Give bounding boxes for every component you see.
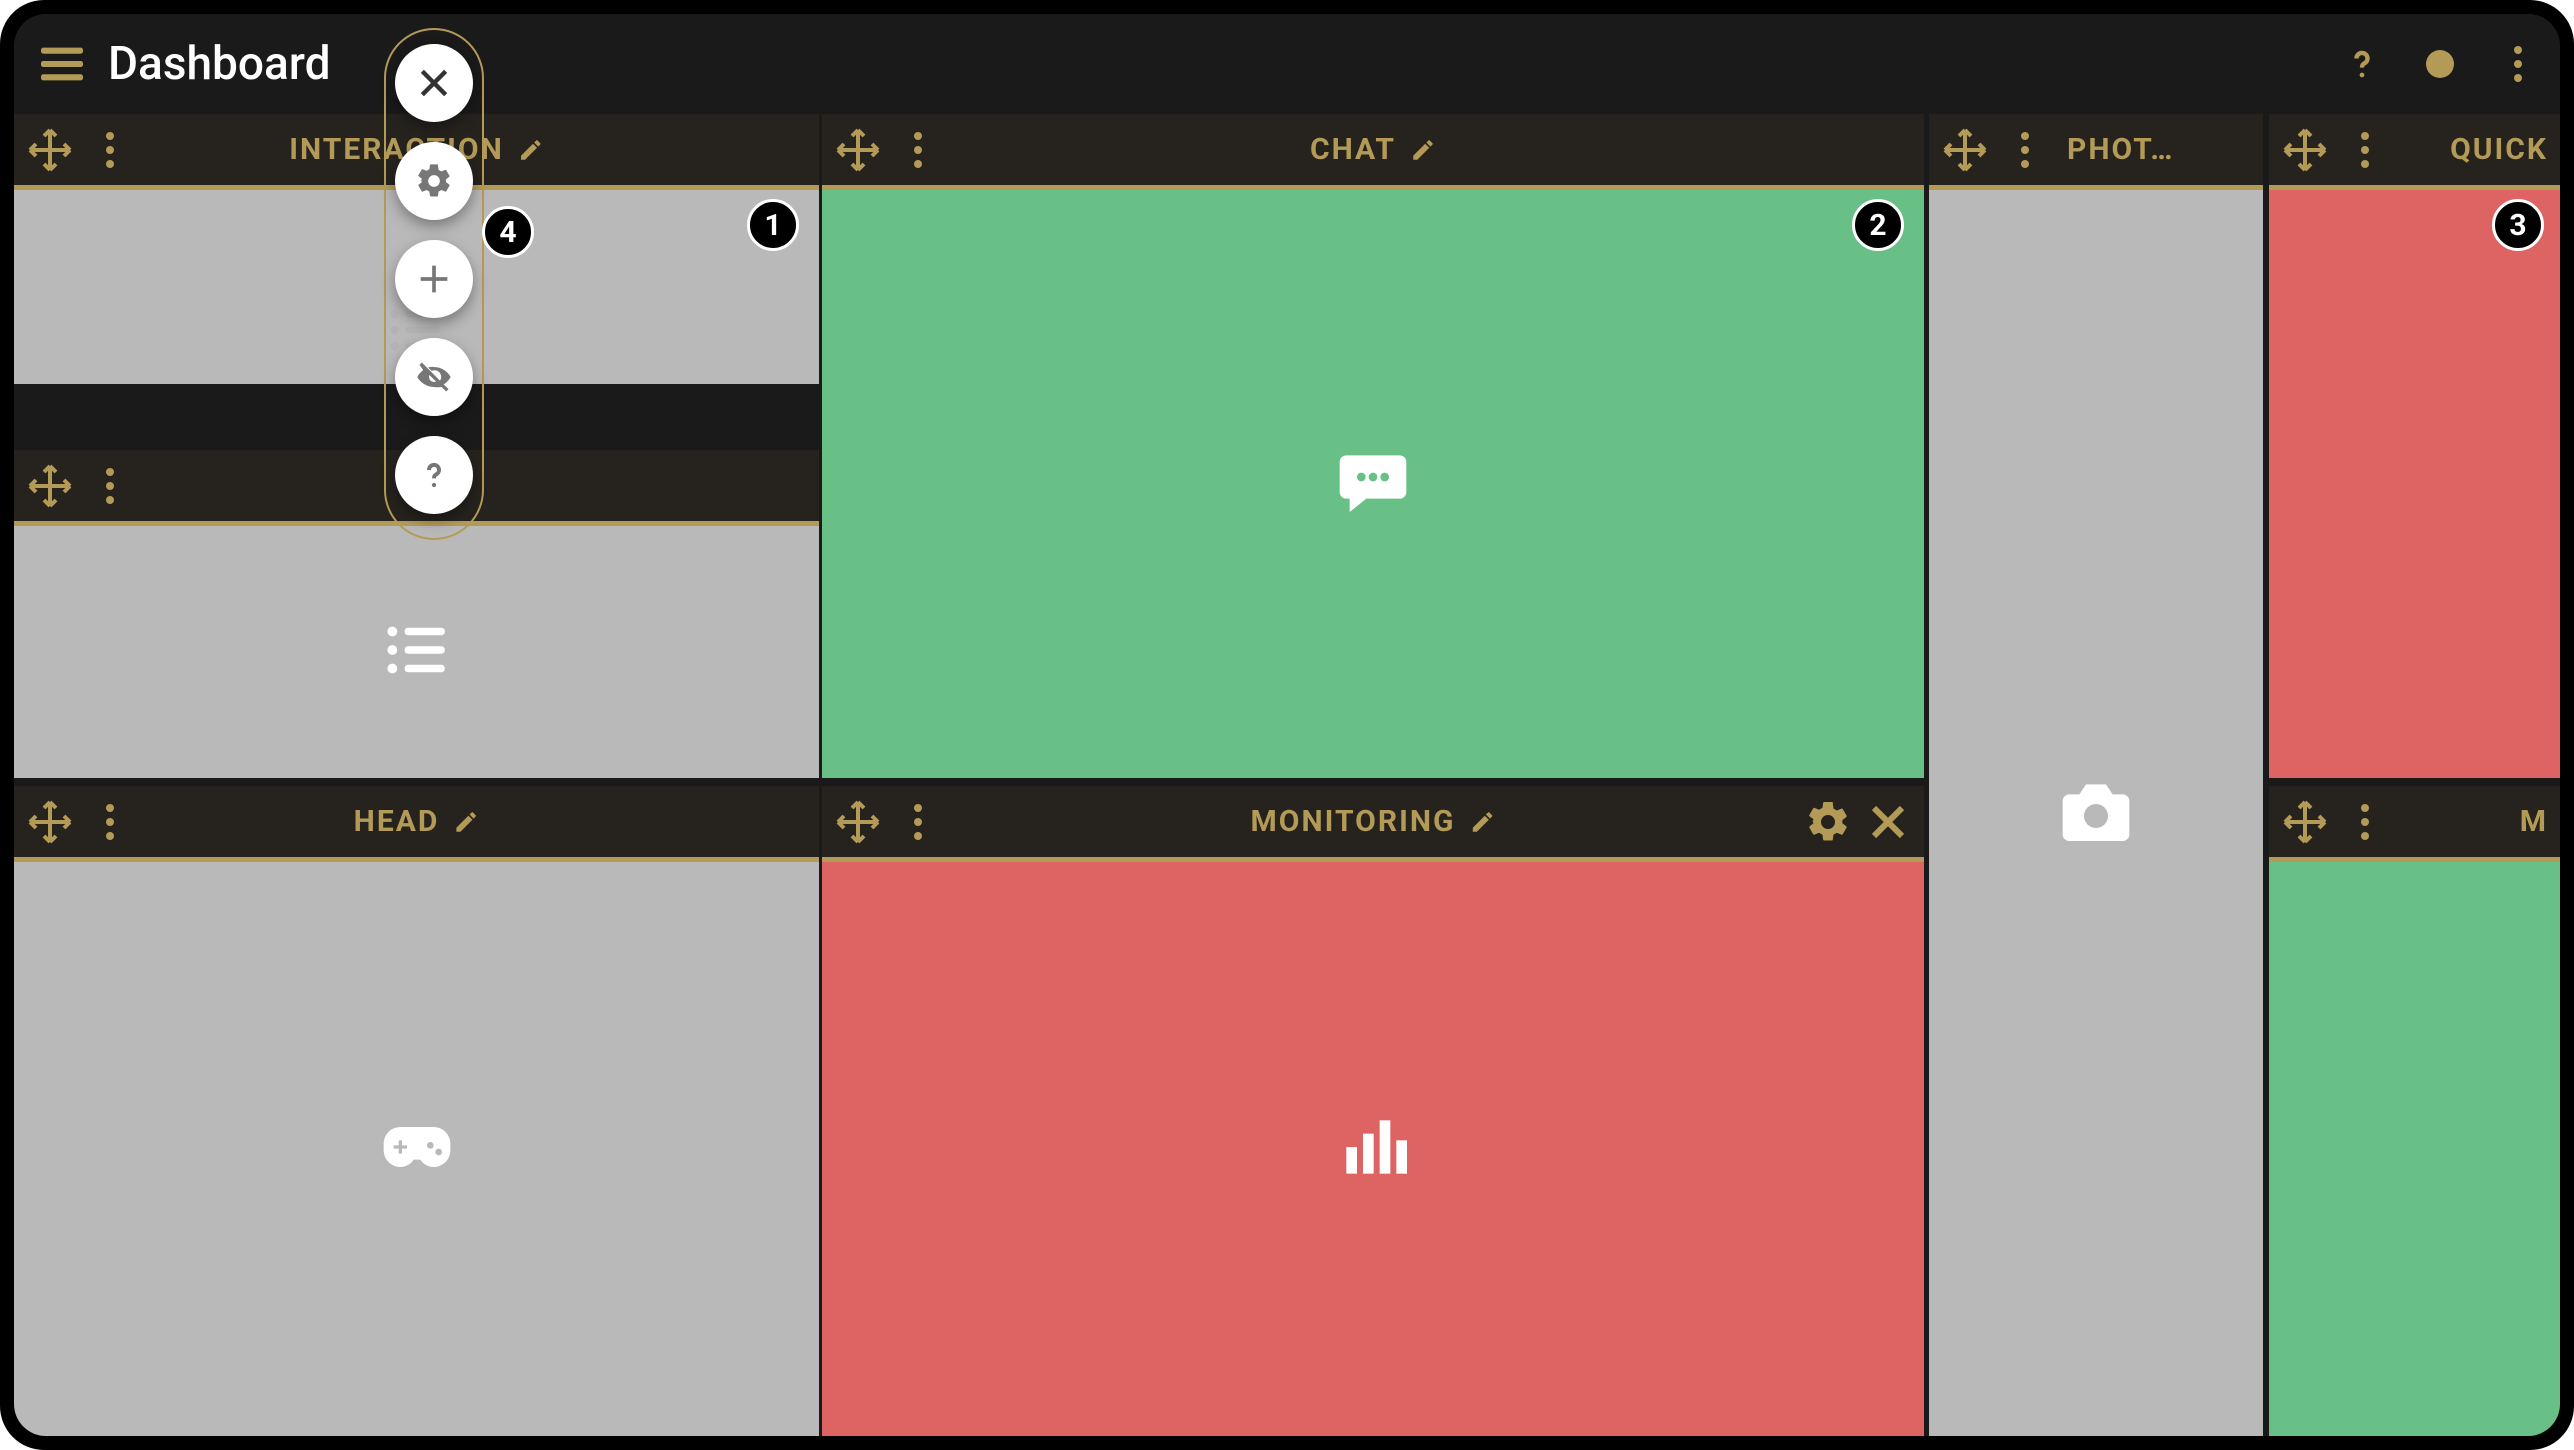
chat-icon: [1333, 442, 1413, 526]
panel-close[interactable]: [1864, 798, 1912, 846]
panel-chat: CHAT 2: [822, 114, 1924, 778]
callout-badge-4: 4: [482, 206, 534, 258]
panel-menu[interactable]: [894, 798, 942, 846]
close-icon: [414, 63, 454, 103]
panel-body-photo: [1929, 190, 2263, 1436]
close-icon: [1864, 798, 1912, 846]
app-screen: Dashboard: [14, 14, 2560, 1436]
bar-chart-icon: [1333, 1107, 1413, 1191]
move-icon: [834, 126, 882, 174]
kebab-icon: [914, 818, 922, 826]
edit-icon[interactable]: [518, 137, 544, 163]
panel-title: MONITORING: [1251, 804, 1456, 839]
panel-header-photo[interactable]: PHOT…: [1929, 114, 2263, 190]
panel-title: M: [2520, 804, 2548, 839]
visibility-off-icon: [414, 357, 454, 397]
panel-body-head: [14, 862, 819, 1436]
plus-icon: [414, 259, 454, 299]
panel-menu[interactable]: [86, 462, 134, 510]
panel-photo: PHOT…: [1929, 114, 2263, 1436]
panel-menu[interactable]: [894, 126, 942, 174]
move-icon: [834, 798, 882, 846]
panel-title: CHAT: [1310, 132, 1396, 167]
drag-handle[interactable]: [26, 798, 74, 846]
move-icon: [1941, 126, 1989, 174]
panel-body-m: [2269, 862, 2560, 1436]
panel-menu[interactable]: [86, 798, 134, 846]
more-button[interactable]: [2496, 42, 2540, 86]
callout-badge-3: 3: [2492, 199, 2544, 251]
kebab-icon: [106, 146, 114, 154]
drag-handle[interactable]: [2281, 126, 2329, 174]
panel-menu[interactable]: [2341, 126, 2389, 174]
panel-m: M: [2269, 786, 2560, 1436]
panel-title: PHOT…: [2067, 132, 2174, 167]
callout-badge-2: 2: [1852, 199, 1904, 251]
camera-icon: [2056, 771, 2136, 855]
kebab-icon: [106, 482, 114, 490]
kebab-icon: [2514, 60, 2522, 68]
list-icon: [380, 613, 454, 691]
kebab-icon: [106, 818, 114, 826]
panel-body-chat: [822, 190, 1924, 778]
hamburger-icon: [34, 36, 90, 92]
panel-menu[interactable]: [2341, 798, 2389, 846]
edit-icon[interactable]: [1410, 137, 1436, 163]
drag-handle[interactable]: [1941, 126, 1989, 174]
panel-title: QUICK: [2450, 132, 2548, 167]
panel-header-monitoring[interactable]: MONITORING: [822, 786, 1924, 862]
drag-handle[interactable]: [834, 798, 882, 846]
gear-icon: [414, 161, 454, 201]
panel-body-monitoring: [822, 862, 1924, 1436]
gamepad-icon: [377, 1107, 457, 1191]
kebab-icon: [914, 146, 922, 154]
panel-body-p: [14, 526, 819, 778]
record-dot-icon: [2426, 50, 2454, 78]
gear-icon: [1804, 798, 1852, 846]
drag-handle[interactable]: [26, 462, 74, 510]
speed-dial-settings[interactable]: [395, 142, 473, 220]
move-icon: [2281, 798, 2329, 846]
drag-handle[interactable]: [26, 126, 74, 174]
panel-head: HEAD: [14, 786, 819, 1436]
speed-dial-visibility[interactable]: [395, 338, 473, 416]
speed-dial: 4: [384, 28, 484, 540]
kebab-icon: [2361, 818, 2369, 826]
move-icon: [26, 798, 74, 846]
record-indicator[interactable]: [2418, 42, 2462, 86]
panel-header-head[interactable]: HEAD: [14, 786, 819, 862]
edit-icon[interactable]: [1469, 809, 1495, 835]
panel-menu[interactable]: [2001, 126, 2049, 174]
kebab-icon: [2361, 146, 2369, 154]
page-title: Dashboard: [108, 37, 331, 91]
help-button[interactable]: [2340, 42, 2384, 86]
speed-dial-close[interactable]: [395, 44, 473, 122]
device-frame: Dashboard: [0, 0, 2574, 1450]
drag-handle[interactable]: [834, 126, 882, 174]
edit-icon[interactable]: [453, 809, 479, 835]
panel-header-chat[interactable]: CHAT: [822, 114, 1924, 190]
move-icon: [2281, 126, 2329, 174]
kebab-icon: [2021, 146, 2029, 154]
panel-header-m[interactable]: M: [2269, 786, 2560, 862]
panel-quick: QUICK 3: [2269, 114, 2560, 778]
speed-dial-add[interactable]: [395, 240, 473, 318]
topbar-actions: [2340, 42, 2540, 86]
question-icon: [414, 455, 454, 495]
panel-title: HEAD: [354, 804, 440, 839]
move-icon: [26, 462, 74, 510]
panel-menu[interactable]: [86, 126, 134, 174]
callout-badge-1: 1: [747, 199, 799, 251]
speed-dial-help[interactable]: [395, 436, 473, 514]
panel-settings[interactable]: [1804, 798, 1852, 846]
panel-monitoring: MONITORING: [822, 786, 1924, 1436]
panel-header-quick[interactable]: QUICK: [2269, 114, 2560, 190]
drag-handle[interactable]: [2281, 798, 2329, 846]
question-icon: [2340, 42, 2384, 86]
menu-button[interactable]: [34, 36, 90, 92]
panel-body-quick: [2269, 190, 2560, 778]
move-icon: [26, 126, 74, 174]
